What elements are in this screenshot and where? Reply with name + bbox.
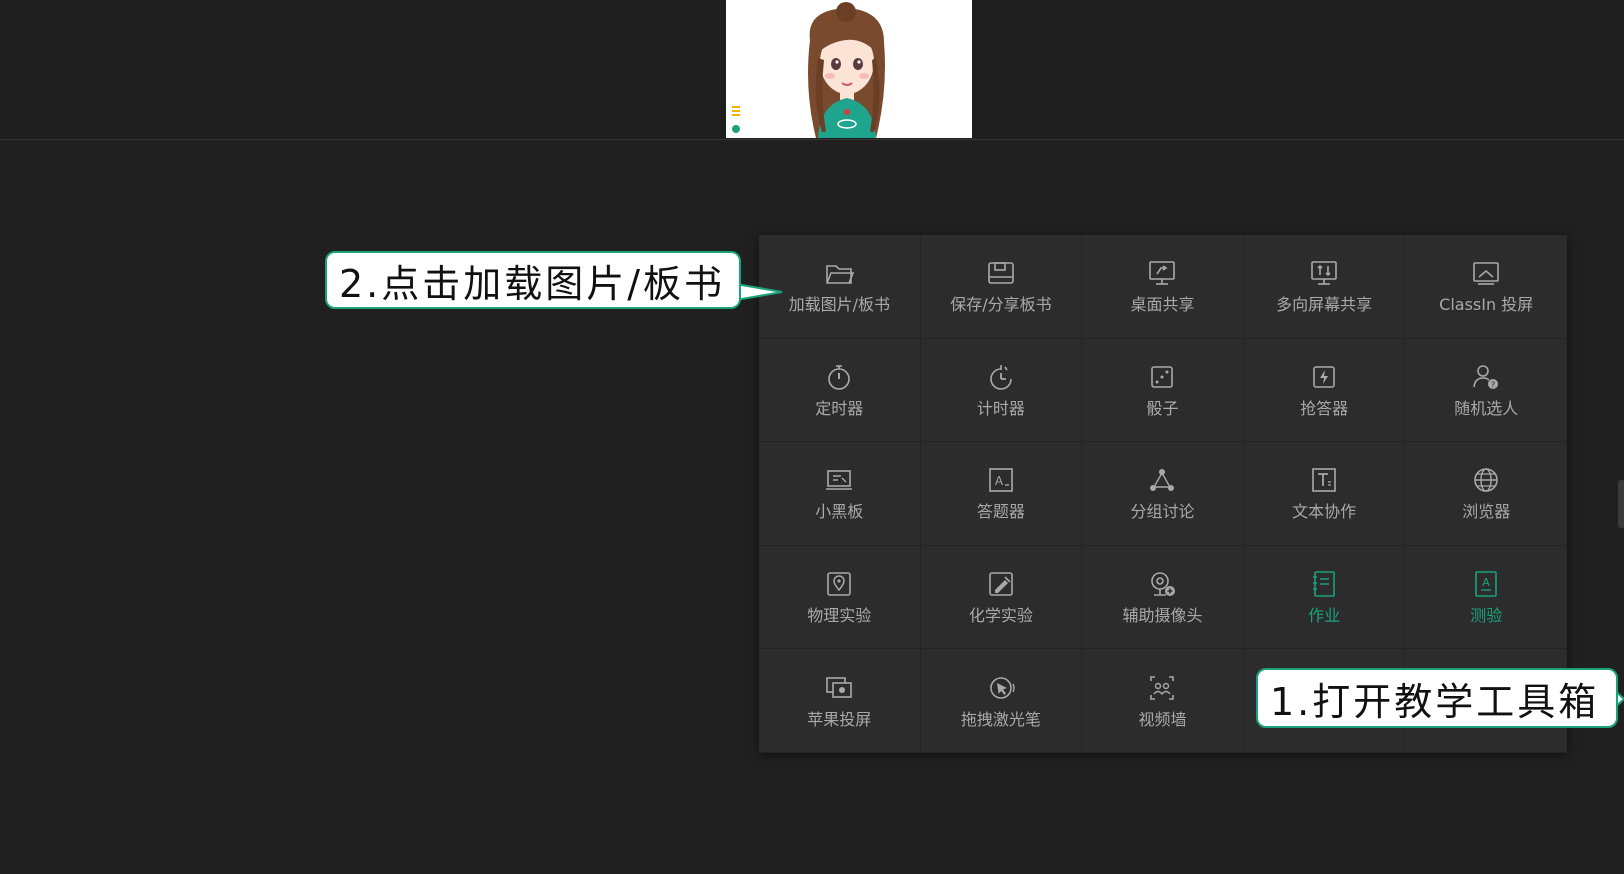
tool-label: 作业: [1308, 606, 1341, 626]
tool-buzzer[interactable]: 抢答器: [1243, 338, 1406, 443]
answer-card-icon: A: [985, 464, 1017, 496]
tool-group-discussion[interactable]: 分组讨论: [1082, 442, 1244, 546]
tool-label: 多向屏幕共享: [1276, 295, 1373, 315]
tool-label: 辅助摄像头: [1122, 606, 1203, 626]
tool-stopwatch[interactable]: 计时器: [920, 338, 1083, 443]
tool-label: 文本协作: [1292, 502, 1357, 522]
cast-screen-icon: [1470, 257, 1502, 289]
tool-random-pick[interactable]: ? 随机选人: [1405, 339, 1567, 443]
svg-text:A: A: [995, 474, 1004, 488]
tool-timer[interactable]: 定时器: [759, 338, 921, 443]
text-collab-icon: [1308, 464, 1340, 496]
apple-cast-icon: [823, 672, 855, 704]
buzzer-icon: [1308, 361, 1340, 393]
tool-label: 抢答器: [1300, 398, 1349, 418]
tool-label: 随机选人: [1454, 398, 1519, 418]
globe-icon: [1470, 464, 1502, 496]
tool-aux-camera[interactable]: 辅助摄像头: [1082, 545, 1244, 650]
tool-text-collab[interactable]: 文本协作: [1243, 442, 1406, 546]
tool-save-share[interactable]: 保存/分享板书: [920, 235, 1083, 339]
tool-label: 骰子: [1146, 398, 1179, 418]
tool-label: 拖拽激光笔: [960, 709, 1041, 729]
timer-icon: [823, 361, 855, 393]
callout-step1: 1.打开教学工具箱: [1256, 668, 1618, 728]
tool-video-wall[interactable]: 视频墙: [1082, 649, 1244, 753]
tool-label: 定时器: [815, 398, 864, 418]
tool-laser-pointer[interactable]: 拖拽激光笔: [920, 649, 1083, 753]
side-panel-handle[interactable]: [1618, 480, 1624, 528]
tool-label: 视频墙: [1138, 709, 1187, 729]
physics-lab-icon: [823, 568, 855, 600]
folder-open-icon: [823, 257, 855, 289]
multi-screen-share-icon: [1308, 257, 1340, 289]
tool-small-blackboard[interactable]: 小黑板: [759, 442, 921, 546]
tool-label: 苹果投屏: [807, 709, 872, 729]
tool-label: 保存/分享板书: [950, 295, 1052, 315]
tool-label: ClassIn 投屏: [1439, 295, 1534, 315]
tool-label: 化学实验: [968, 606, 1033, 626]
video-wall-icon: [1146, 672, 1178, 704]
tool-label: 物理实验: [807, 606, 872, 626]
group-discussion-icon: [1146, 464, 1178, 496]
chemistry-lab-icon: [985, 568, 1017, 600]
tool-label: 桌面共享: [1130, 295, 1195, 315]
teacher-avatar: [732, 2, 885, 138]
desktop-share-icon: [1146, 257, 1178, 289]
svg-text:A: A: [1482, 576, 1490, 589]
tool-quiz[interactable]: A 测验: [1405, 546, 1567, 650]
tool-homework[interactable]: 作业: [1243, 545, 1406, 650]
tool-label: 小黑板: [815, 502, 864, 522]
callout-step2: 2.点击加载图片/板书: [325, 251, 741, 309]
tool-label: 浏览器: [1462, 502, 1511, 522]
svg-text:?: ?: [1491, 380, 1495, 389]
tool-chemistry-lab[interactable]: 化学实验: [920, 545, 1083, 650]
tool-answer-card[interactable]: A 答题器: [920, 442, 1083, 546]
aux-camera-icon: [1146, 568, 1178, 600]
video-strip: [0, 0, 1624, 140]
tool-label: 分组讨论: [1130, 502, 1195, 522]
tool-desktop-share[interactable]: 桌面共享: [1082, 235, 1244, 339]
tool-label: 测验: [1470, 606, 1503, 626]
laser-pointer-icon: [985, 672, 1017, 704]
teacher-video-tile[interactable]: [726, 0, 972, 138]
homework-icon: [1308, 568, 1340, 600]
stopwatch-icon: [985, 361, 1017, 393]
dice-icon: [1146, 361, 1178, 393]
classroom-window: 加载图片/板书 保存/分享板书 桌面共享 多向屏幕共享 ClassIn 投屏 定…: [0, 0, 1624, 874]
tool-multi-screen-share[interactable]: 多向屏幕共享: [1243, 235, 1406, 339]
tool-label: 加载图片/板书: [788, 295, 890, 315]
tool-label: 答题器: [976, 502, 1025, 522]
tool-apple-cast[interactable]: 苹果投屏: [759, 649, 921, 753]
quiz-icon: A: [1470, 568, 1502, 600]
tool-browser[interactable]: 浏览器: [1405, 442, 1567, 546]
small-blackboard-icon: [823, 464, 855, 496]
random-person-icon: ?: [1470, 361, 1502, 393]
tool-label: 计时器: [976, 398, 1025, 418]
tool-classin-cast[interactable]: ClassIn 投屏: [1405, 235, 1567, 339]
tool-physics-lab[interactable]: 物理实验: [759, 545, 921, 650]
callout-pointer: [736, 282, 783, 302]
save-icon: [985, 257, 1017, 289]
tool-dice[interactable]: 骰子: [1082, 338, 1244, 443]
